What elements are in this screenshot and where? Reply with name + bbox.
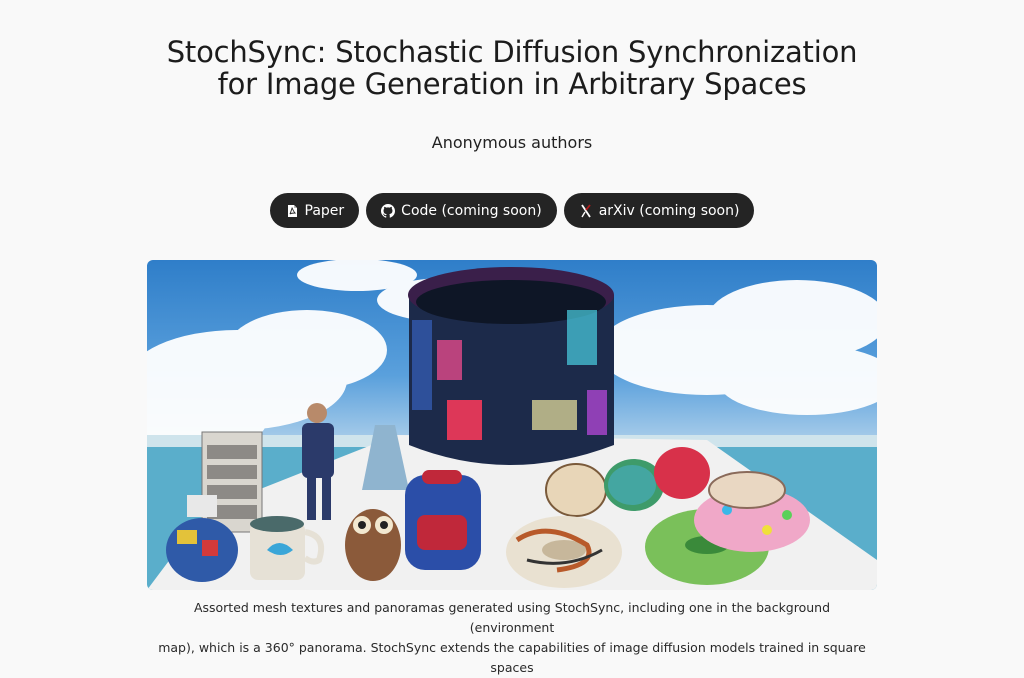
teaser-image — [147, 260, 877, 590]
project-page: StochSync: Stochastic Diffusion Synchron… — [0, 0, 1024, 675]
github-icon — [381, 203, 396, 218]
pdf-icon — [285, 204, 299, 218]
title-line-2: for Image Generation in Arbitrary Spaces — [217, 67, 807, 101]
owl-object — [345, 509, 401, 581]
caption-line-1: Assorted mesh textures and panoramas gen… — [193, 600, 831, 635]
title-line-1: StochSync: Stochastic Diffusion Synchron… — [166, 35, 858, 69]
arxiv-icon — [579, 203, 593, 218]
teaser-scene — [147, 260, 877, 590]
figure-caption: Assorted mesh textures and panoramas gen… — [150, 598, 874, 678]
page-title: StochSync: Stochastic Diffusion Synchron… — [0, 36, 1024, 100]
arxiv-button[interactable]: arXiv (coming soon) — [563, 193, 755, 228]
paper-button[interactable]: Paper — [269, 193, 360, 228]
arxiv-button-label: arXiv (coming soon) — [598, 202, 740, 219]
panorama-cylinder — [408, 267, 614, 465]
backpack-object — [405, 470, 481, 570]
link-buttons: Paper Code (coming soon) arXiv (coming s… — [0, 193, 1024, 228]
code-button-label: Code (coming soon) — [401, 202, 542, 219]
paper-button-label: Paper — [304, 202, 345, 219]
dress-object — [362, 425, 409, 490]
authors-text: Anonymous authors — [431, 133, 593, 152]
code-button[interactable]: Code (coming soon) — [366, 193, 557, 228]
caption-line-2: map), which is a 360° panorama. StochSyn… — [158, 640, 866, 675]
